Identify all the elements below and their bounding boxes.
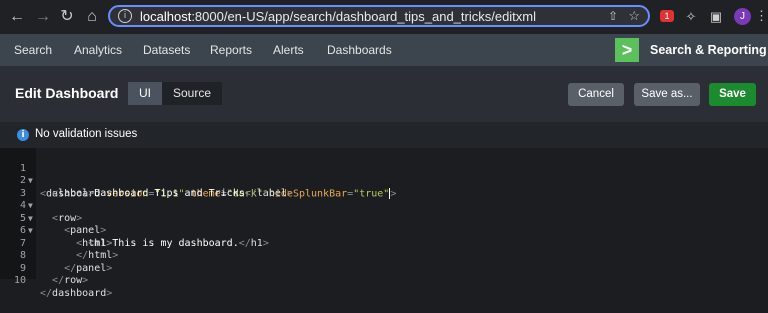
forward-arrow-icon[interactable]: →	[32, 6, 54, 28]
code-line[interactable]: 1 ▼ <dashboard version="1.1" theme="dark…	[0, 150, 768, 200]
info-icon: i	[17, 129, 29, 141]
code-line[interactable]: 2 <label>Dashboard Tips and Tricks</labe…	[0, 163, 768, 199]
app-logo-icon[interactable]: >	[615, 38, 639, 62]
code-line[interactable]: 9 </row>	[0, 250, 768, 287]
code-line[interactable]: 8 </panel>	[0, 238, 768, 274]
share-icon[interactable]: ⇧	[608, 9, 618, 23]
sidebar-toggle-icon[interactable]: ▣	[707, 8, 725, 26]
save-button[interactable]: Save	[709, 83, 756, 106]
profile-avatar[interactable]: J	[734, 8, 751, 25]
save-as-button[interactable]: Save as...	[634, 83, 700, 106]
browser-menu-icon[interactable]: ⋮	[755, 8, 768, 24]
xml-source-editor[interactable]: 1 ▼ <dashboard version="1.1" theme="dark…	[0, 148, 768, 299]
home-icon[interactable]: ⌂	[81, 6, 103, 28]
url-text[interactable]: localhost:8000/en-US/app/search/dashboar…	[140, 9, 536, 24]
app-navigation-bar: Search Analytics Datasets Reports Alerts…	[0, 34, 768, 66]
mode-ui-button[interactable]: UI	[128, 82, 162, 105]
code-line[interactable]: 6 <h1>This is my dashboard.</h1>	[0, 213, 768, 249]
mode-toggle: UI Source	[128, 82, 223, 105]
browser-toolbar: ← → ↻ ⌂ i localhost:8000/en-US/app/searc…	[0, 0, 768, 34]
nav-reports[interactable]: Reports	[210, 34, 252, 66]
code-line[interactable]: 7 </html>	[0, 225, 768, 262]
nav-dashboards[interactable]: Dashboards	[327, 34, 392, 66]
nav-datasets[interactable]: Datasets	[143, 34, 190, 66]
bookmark-star-icon[interactable]: ☆	[628, 8, 640, 24]
code-line[interactable]: 4 ▼ <panel>	[0, 188, 768, 236]
line-number: 10	[13, 275, 26, 286]
nav-analytics[interactable]: Analytics	[74, 34, 122, 66]
validation-bar: i No validation issues	[0, 122, 768, 149]
validation-message: No validation issues	[35, 128, 138, 140]
address-bar[interactable]: i localhost:8000/en-US/app/search/dashbo…	[108, 5, 650, 27]
code-line[interactable]: 10 </dashboard>	[0, 263, 768, 299]
page-title: Edit Dashboard	[15, 85, 119, 101]
code-line[interactable]: 3 ▼ <row>	[0, 175, 768, 224]
code-line[interactable]: 5 ▼ <html>	[0, 200, 768, 249]
site-info-icon[interactable]: i	[118, 9, 132, 23]
nav-alerts[interactable]: Alerts	[273, 34, 304, 66]
mode-source-button[interactable]: Source	[162, 82, 223, 105]
app-name[interactable]: Search & Reporting	[650, 34, 767, 66]
extensions-puzzle-icon[interactable]: ✧	[682, 8, 700, 26]
edit-dashboard-header: Edit Dashboard UI Source Cancel Save as.…	[0, 66, 768, 122]
extension-badge-icon[interactable]: 1	[660, 10, 674, 22]
nav-search[interactable]: Search	[14, 34, 52, 66]
back-arrow-icon[interactable]: ←	[6, 6, 28, 28]
cancel-button[interactable]: Cancel	[568, 83, 624, 106]
reload-icon[interactable]: ↻	[56, 6, 78, 28]
